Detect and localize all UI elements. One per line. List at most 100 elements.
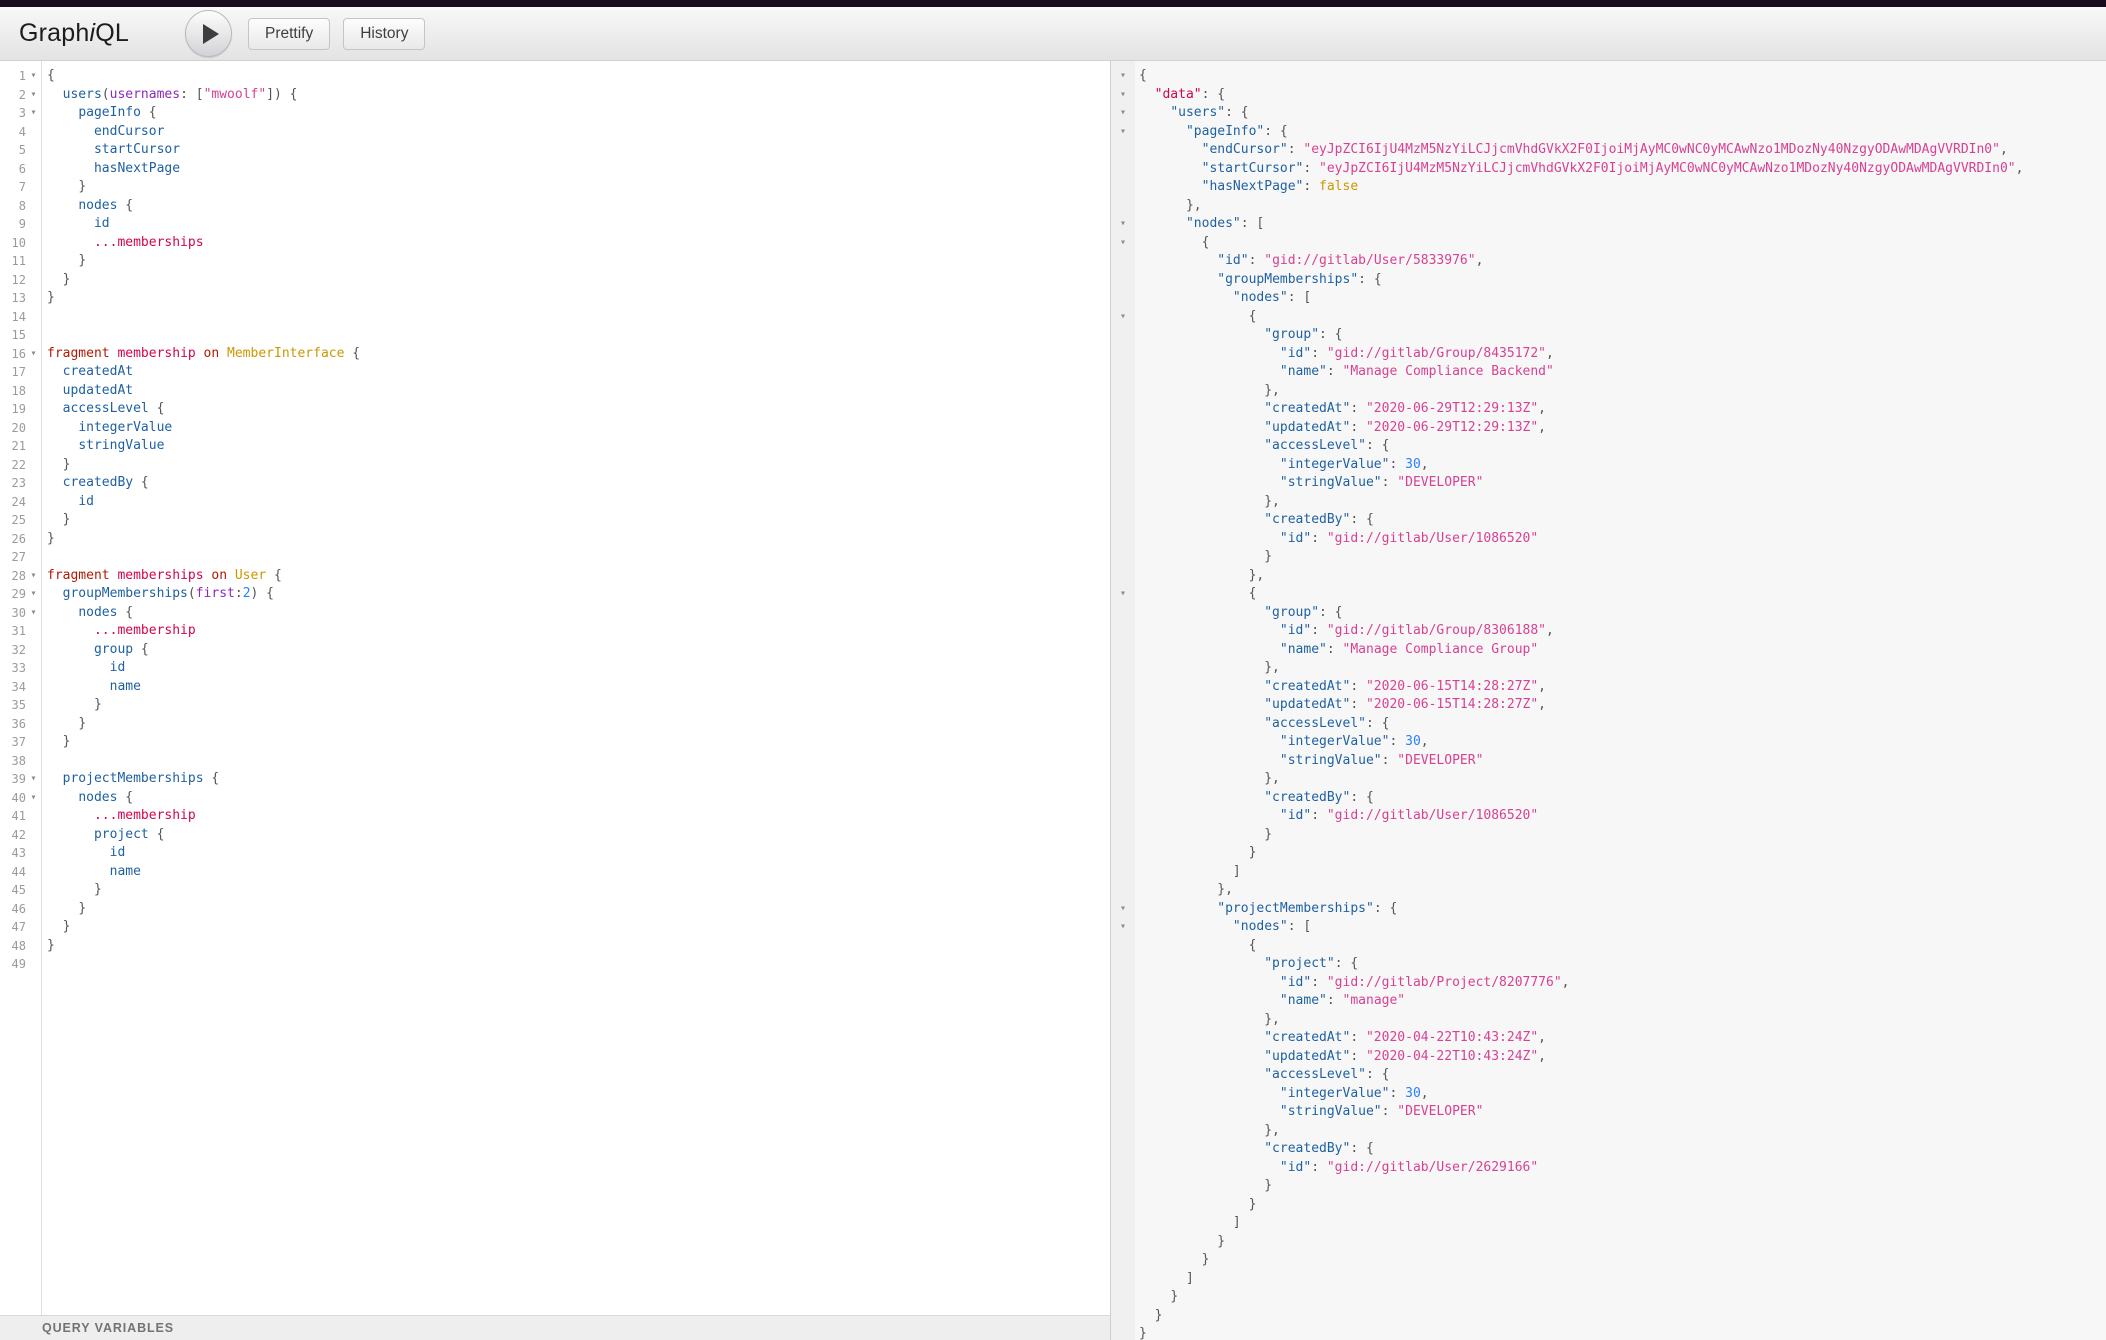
code-text: "nodes": [ <box>1135 289 1311 308</box>
code-line: "updatedAt": "2020-06-15T14:28:27Z", <box>1111 696 2106 715</box>
line-number: 32 <box>0 641 26 660</box>
code-text: { <box>1135 234 1209 253</box>
fold-toggle-icon[interactable]: ▾ <box>1111 123 1135 142</box>
prettify-button[interactable]: Prettify <box>248 18 330 50</box>
code-text: "group": { <box>1135 326 1343 345</box>
fold-toggle-icon[interactable]: ▾ <box>1111 900 1135 919</box>
code-line: 9 id <box>0 215 1110 234</box>
fold-gutter-spacer <box>1111 197 1135 216</box>
line-number: 46 <box>0 900 26 919</box>
code-line: 23 createdBy { <box>0 474 1110 493</box>
code-line: ] <box>1111 863 2106 882</box>
code-text: { <box>1135 308 1256 327</box>
code-line: ▾ { <box>1111 308 2106 327</box>
query-editor-pane[interactable]: 1▾{2▾ users(usernames: ["mwoolf"]) {3▾ p… <box>0 61 1111 1340</box>
fold-toggle-icon[interactable]: ▾ <box>1111 585 1135 604</box>
code-text: id <box>41 493 94 512</box>
code-text: accessLevel { <box>41 400 164 419</box>
fold-toggle-icon[interactable]: ▾ <box>26 567 41 586</box>
code-text: createdAt <box>41 363 133 382</box>
fold-gutter-spacer <box>1111 1029 1135 1048</box>
fold-gutter-spacer <box>1111 696 1135 715</box>
line-number: 45 <box>0 881 26 900</box>
fold-gutter-spacer <box>1111 1177 1135 1196</box>
code-line: 24 id <box>0 493 1110 512</box>
fold-toggle-icon[interactable]: ▾ <box>26 345 41 364</box>
fold-gutter-spacer <box>26 641 41 660</box>
code-line: 36 } <box>0 715 1110 734</box>
line-number: 47 <box>0 918 26 937</box>
code-text: }, <box>1135 1011 1280 1030</box>
line-number: 34 <box>0 678 26 697</box>
code-line: } <box>1111 826 2106 845</box>
fold-toggle-icon[interactable]: ▾ <box>26 104 41 123</box>
fold-gutter-spacer <box>1111 160 1135 179</box>
query-variables-bar[interactable]: QUERY VARIABLES <box>0 1315 1110 1340</box>
fold-toggle-icon[interactable]: ▾ <box>1111 104 1135 123</box>
code-text: }, <box>1135 382 1280 401</box>
code-text: name <box>41 863 141 882</box>
line-number: 39 <box>0 770 26 789</box>
fold-gutter-spacer <box>1111 1085 1135 1104</box>
fold-toggle-icon[interactable]: ▾ <box>26 86 41 105</box>
code-text: group { <box>41 641 149 660</box>
code-line: "nodes": [ <box>1111 289 2106 308</box>
fold-toggle-icon[interactable]: ▾ <box>1111 918 1135 937</box>
history-button[interactable]: History <box>343 18 425 50</box>
code-line: 17 createdAt <box>0 363 1110 382</box>
code-line: ▾ "projectMemberships": { <box>1111 900 2106 919</box>
line-number: 20 <box>0 419 26 438</box>
fold-toggle-icon[interactable]: ▾ <box>1111 308 1135 327</box>
fold-gutter-spacer <box>26 382 41 401</box>
logo-part-ql: QL <box>95 19 129 47</box>
code-text: } <box>41 715 86 734</box>
code-line: "createdBy": { <box>1111 1140 2106 1159</box>
code-text: "createdAt": "2020-04-22T10:43:24Z", <box>1135 1029 1546 1048</box>
line-number: 13 <box>0 289 26 308</box>
fold-gutter-spacer <box>26 733 41 752</box>
line-number: 42 <box>0 826 26 845</box>
fold-toggle-icon[interactable]: ▾ <box>26 67 41 86</box>
fold-toggle-icon[interactable]: ▾ <box>1111 67 1135 86</box>
code-text: "createdAt": "2020-06-29T12:29:13Z", <box>1135 400 1546 419</box>
code-line: "name": "Manage Compliance Group" <box>1111 641 2106 660</box>
line-number: 11 <box>0 252 26 271</box>
code-line: 35 } <box>0 696 1110 715</box>
code-text: users(usernames: ["mwoolf"]) { <box>41 86 298 105</box>
play-icon <box>203 24 219 44</box>
code-text: id <box>41 844 125 863</box>
execute-query-button[interactable] <box>185 10 232 57</box>
code-line: 37 } <box>0 733 1110 752</box>
line-number: 26 <box>0 530 26 549</box>
fold-toggle-icon[interactable]: ▾ <box>26 770 41 789</box>
code-text: "project": { <box>1135 955 1358 974</box>
fold-gutter-spacer <box>26 548 41 567</box>
code-line: "stringValue": "DEVELOPER" <box>1111 752 2106 771</box>
code-text: } <box>41 511 70 530</box>
fold-toggle-icon[interactable]: ▾ <box>26 604 41 623</box>
code-line: }, <box>1111 770 2106 789</box>
fold-gutter-spacer <box>26 474 41 493</box>
fold-gutter-spacer <box>26 419 41 438</box>
code-text: createdBy { <box>41 474 149 493</box>
fold-gutter-spacer <box>1111 382 1135 401</box>
code-text: "integerValue": 30, <box>1135 733 1429 752</box>
fold-toggle-icon[interactable]: ▾ <box>1111 234 1135 253</box>
line-number: 31 <box>0 622 26 641</box>
code-text: } <box>41 918 70 937</box>
code-text <box>41 548 47 567</box>
fold-gutter-spacer <box>26 881 41 900</box>
code-text: } <box>41 881 102 900</box>
fold-toggle-icon[interactable]: ▾ <box>26 585 41 604</box>
code-line: 33 id <box>0 659 1110 678</box>
fold-toggle-icon[interactable]: ▾ <box>1111 86 1135 105</box>
fold-gutter-spacer <box>26 844 41 863</box>
code-text: "startCursor": "eyJpZCI6IjU4MzM5NzYiLCJj… <box>1135 160 2023 179</box>
fold-toggle-icon[interactable]: ▾ <box>26 789 41 808</box>
code-text: ] <box>1135 1214 1241 1233</box>
fold-toggle-icon[interactable]: ▾ <box>1111 215 1135 234</box>
fold-gutter-spacer <box>26 123 41 142</box>
line-number: 23 <box>0 474 26 493</box>
line-number: 3 <box>0 104 26 123</box>
code-line: } <box>1111 1177 2106 1196</box>
